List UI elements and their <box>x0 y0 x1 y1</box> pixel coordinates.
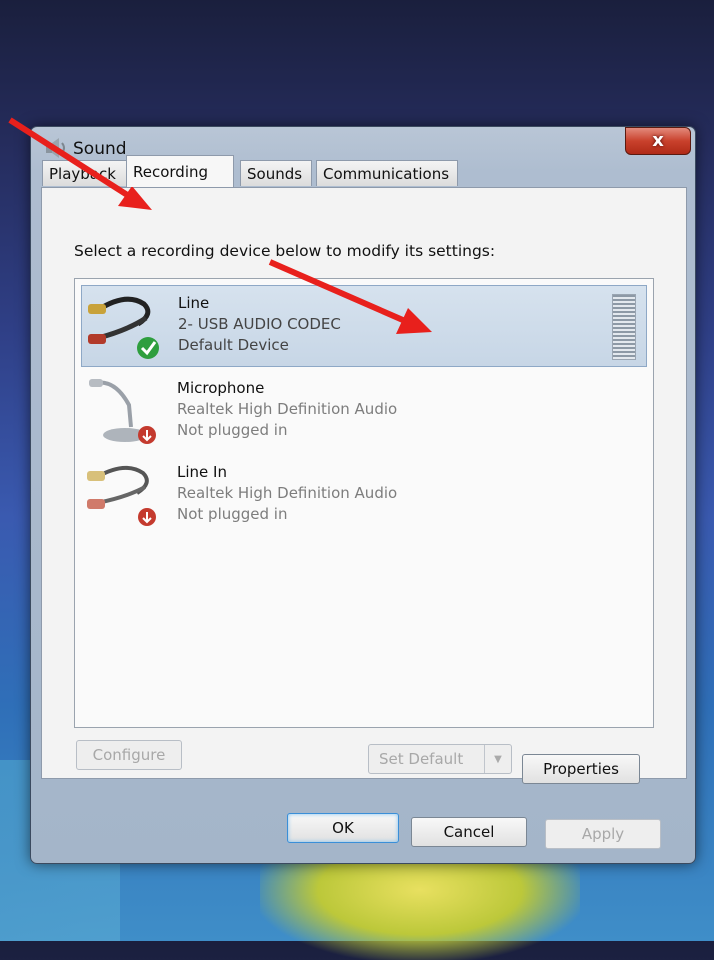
rca-cable-icon <box>87 465 156 526</box>
set-default-button[interactable]: Set Default ▼ <box>368 744 512 774</box>
sound-dialog: Sound x Playback Recording Sounds Commun… <box>30 126 696 864</box>
tab-sounds[interactable]: Sounds <box>240 160 312 186</box>
tab-playback-label: Playback <box>49 164 116 183</box>
level-meter <box>612 294 636 360</box>
tab-recording[interactable]: Recording <box>126 155 234 187</box>
rca-cable-icon <box>88 296 159 359</box>
tab-panel: Playback Recording Sounds Communications… <box>41 155 687 784</box>
chevron-down-icon[interactable]: ▼ <box>484 745 511 773</box>
device-list[interactable]: Line 2- USB AUDIO CODEC Default Device M… <box>74 278 654 728</box>
device-name: Microphone <box>177 379 265 397</box>
device-driver: Realtek High Definition Audio <box>177 400 398 418</box>
tab-communications-label: Communications <box>323 164 450 183</box>
set-default-label: Set Default <box>379 750 464 768</box>
cancel-button[interactable]: Cancel <box>411 817 527 847</box>
device-status: Default Device <box>178 336 289 354</box>
device-driver: Realtek High Definition Audio <box>177 484 398 502</box>
device-status: Not plugged in <box>177 421 288 439</box>
device-status: Not plugged in <box>177 505 288 523</box>
close-button[interactable]: x <box>625 127 691 155</box>
tab-recording-label: Recording <box>133 162 209 181</box>
device-row-microphone[interactable]: Microphone Realtek High Definition Audio… <box>81 371 647 453</box>
device-driver: 2- USB AUDIO CODEC <box>178 315 341 333</box>
window-title: Sound <box>73 139 127 159</box>
microphone-icon <box>89 379 156 444</box>
ok-button[interactable]: OK <box>287 813 399 843</box>
properties-button[interactable]: Properties <box>522 754 640 784</box>
apply-button[interactable]: Apply <box>545 819 661 849</box>
device-row-line-in[interactable]: Line In Realtek High Definition Audio No… <box>81 455 647 537</box>
device-row-line[interactable]: Line 2- USB AUDIO CODEC Default Device <box>81 285 647 367</box>
configure-button[interactable]: Configure <box>76 740 182 770</box>
close-icon: x <box>652 130 664 151</box>
device-name: Line <box>178 294 210 312</box>
instruction-text: Select a recording device below to modif… <box>74 242 496 260</box>
tab-communications[interactable]: Communications <box>316 160 458 186</box>
tab-playback[interactable]: Playback <box>42 160 128 186</box>
tab-sounds-label: Sounds <box>247 164 303 183</box>
device-name: Line In <box>177 463 227 481</box>
speaker-icon <box>46 138 65 158</box>
